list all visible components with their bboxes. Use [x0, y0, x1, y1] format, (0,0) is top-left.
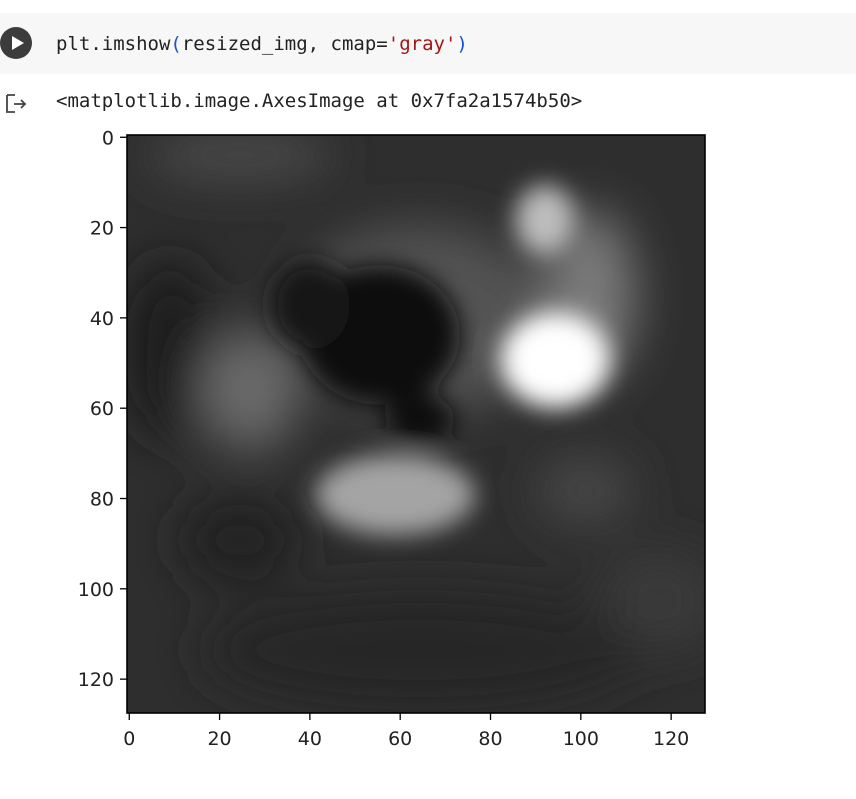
x-tick-label: 0 [123, 728, 135, 750]
x-tick-label: 120 [653, 728, 689, 750]
x-tick-label: 20 [207, 728, 231, 750]
heatmap-image [127, 135, 705, 713]
y-tick-label: 60 [90, 398, 114, 420]
code-input[interactable]: plt.imshow(resized_img, cmap='gray') [56, 31, 468, 57]
run-cell-button[interactable] [0, 27, 32, 59]
y-tick-label: 0 [102, 127, 114, 149]
y-axis: 0 20 40 60 80 100 120 [78, 127, 127, 691]
x-tick-label: 60 [388, 728, 412, 750]
y-tick-label: 80 [90, 489, 114, 511]
image-plot: 0 20 40 60 80 100 120 0 20 40 60 80 100 120 [78, 127, 706, 750]
x-tick-label: 100 [563, 728, 599, 750]
play-circle-icon [12, 36, 24, 50]
code-string-arg: 'gray' [387, 33, 457, 55]
code-open-paren: ( [170, 33, 182, 55]
y-tick-label: 40 [90, 308, 114, 330]
cell-output-text: <matplotlib.image.AxesImage at 0x7fa2a15… [56, 90, 583, 112]
code-args: resized_img, cmap= [181, 33, 388, 55]
y-tick-label: 100 [78, 579, 114, 601]
output-arrow-icon[interactable] [4, 91, 28, 115]
x-tick-label: 40 [298, 728, 322, 750]
y-tick-label: 120 [78, 669, 114, 691]
code-function: plt.imshow [56, 33, 171, 55]
x-tick-label: 80 [478, 728, 502, 750]
y-tick-label: 20 [90, 218, 114, 240]
code-close-paren: ) [456, 33, 468, 55]
x-axis: 0 20 40 60 80 100 120 [123, 713, 689, 750]
